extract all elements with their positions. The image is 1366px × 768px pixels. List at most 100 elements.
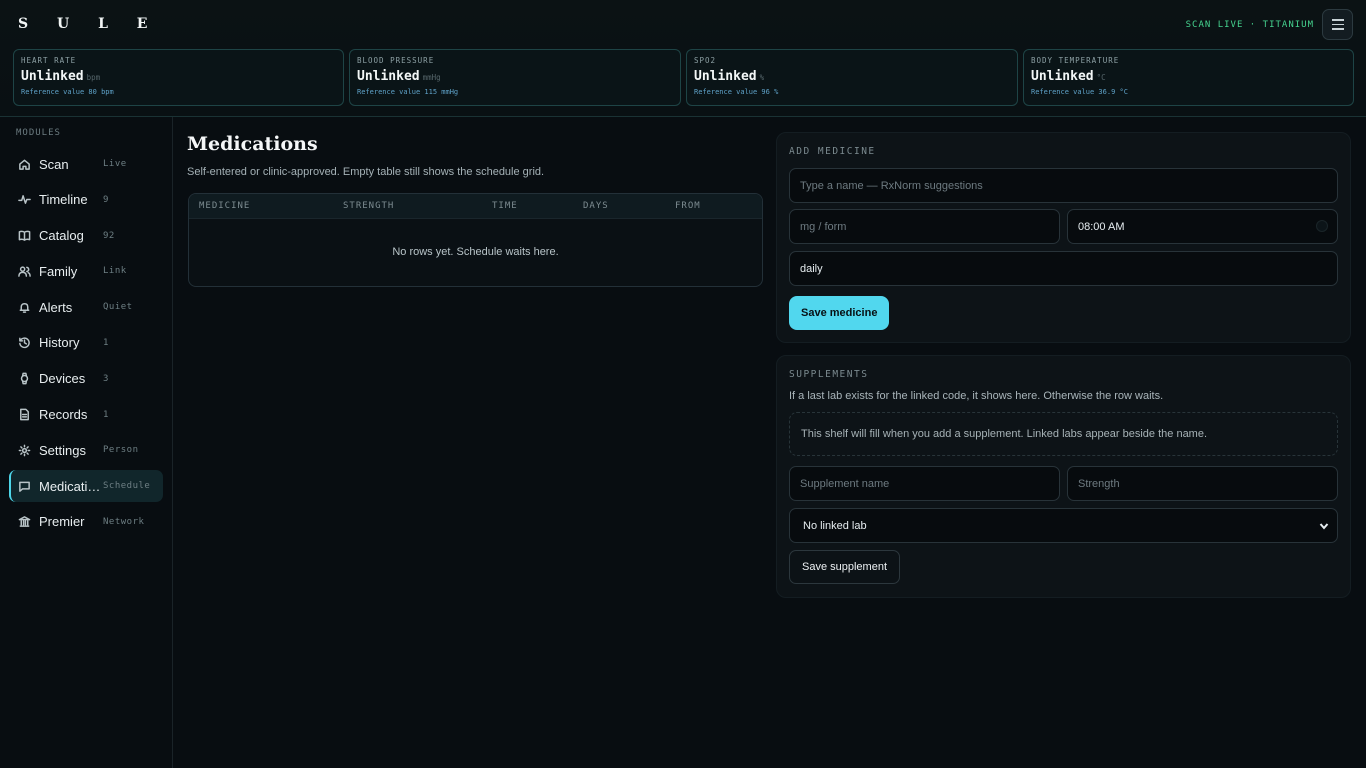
medicine-time-input[interactable] [1067, 209, 1338, 244]
vital-card-spo2[interactable]: SPO2 Unlinked% Reference value 96 % [686, 49, 1018, 106]
sidebar-item-history[interactable]: History 1 [9, 327, 163, 359]
menu-icon [1331, 19, 1344, 21]
bank-icon [18, 515, 31, 528]
supplements-description: If a last lab exists for the linked code… [789, 390, 1164, 402]
sidebar-item-badge: Live [103, 159, 127, 169]
table-empty-message: No rows yet. Schedule waits here. [392, 246, 559, 258]
sidebar-item-badge: Link [103, 266, 127, 277]
column-header-strength[interactable]: STRENGTH [343, 201, 394, 211]
sidebar-item-badge: 9 [103, 194, 109, 205]
vital-unit: °C [1096, 73, 1106, 82]
vital-value: Unlinked bpm [21, 69, 336, 84]
sidebar-item-label: Alerts [39, 299, 73, 315]
sidebar: MODULES Scan Live Timeline 9 Catalog 92 … [0, 117, 173, 768]
clock-icon[interactable] [1316, 220, 1328, 232]
page-title: Medications [187, 133, 318, 155]
scan-status: SCAN LIVE · TITANIUM [1185, 20, 1314, 30]
vital-value-text: Unlinked [357, 69, 420, 84]
column-header-medicine[interactable]: MEDICINE [199, 201, 250, 211]
sidebar-item-label: Premier [39, 514, 85, 530]
page-subtitle: Self-entered or clinic-approved. Empty t… [187, 166, 545, 178]
vital-label: BODY TEMPERATURE [1031, 56, 1120, 65]
vital-reference: Reference value 96 % [694, 88, 779, 96]
supplements-shelf: This shelf will fill when you add a supp… [789, 412, 1338, 456]
sidebar-item-settings[interactable]: Settings Person [9, 434, 163, 466]
sidebar-item-label: Devices [39, 371, 86, 387]
sidebar-item-devices[interactable]: Devices 3 [9, 363, 163, 395]
sidebar-item-label: Family [39, 263, 78, 279]
vital-unit: % [759, 73, 765, 82]
table-header: MEDICINE STRENGTH TIME DAYS FROM [189, 194, 762, 219]
users-icon [18, 265, 31, 278]
sidebar-item-badge: Schedule [103, 481, 151, 492]
sidebar-item-badge: 3 [103, 373, 109, 384]
medicine-form-input[interactable] [789, 209, 1060, 244]
vital-card-heart-rate[interactable]: HEART RATE Unlinked bpm Reference value 8… [13, 49, 344, 106]
menu-icon-line [1331, 28, 1344, 30]
panel-title: ADD MEDICINE [789, 146, 876, 157]
medicine-name-input[interactable] [789, 168, 1338, 203]
book-icon [18, 229, 31, 242]
vital-label: SPO2 [694, 56, 717, 65]
vital-card-blood-pressure[interactable]: BLOOD PRESSURE Unlinked mmHg Reference va… [349, 49, 681, 106]
sidebar-item-badge: Network [103, 516, 145, 527]
sidebar-item-label: Catalog [39, 228, 84, 244]
vitals-strip: HEART RATE Unlinked bpm Reference value 8… [13, 49, 1354, 106]
vital-reference: Reference value 115 mmHg [357, 88, 459, 96]
time-field-wrapper [1067, 209, 1338, 244]
sidebar-item-records[interactable]: Records 1 [9, 399, 163, 431]
linked-lab-select-value: No linked lab [803, 519, 867, 532]
menu-button[interactable] [1322, 9, 1353, 40]
watch-icon [18, 372, 31, 385]
sidebar-item-premier[interactable]: Premier Network [9, 506, 163, 538]
column-header-days[interactable]: DAYS [583, 201, 609, 211]
medicine-frequency-input[interactable] [789, 251, 1338, 286]
top-bar: S U L E SCAN LIVE · TITANIUM HEART RATE … [0, 0, 1366, 117]
home-icon [18, 158, 31, 171]
vital-value: Unlinked mmHg [357, 69, 673, 84]
vital-card-body-temperature[interactable]: BODY TEMPERATURE Unlinked °C Reference va… [1023, 49, 1354, 106]
sidebar-item-label: Scan [39, 156, 69, 172]
sidebar-nav: Scan Live Timeline 9 Catalog 92 Family L… [9, 148, 163, 542]
sidebar-item-label: Records [39, 407, 88, 423]
file-icon [18, 408, 31, 421]
column-header-from[interactable]: FROM [675, 201, 701, 211]
column-header-time[interactable]: TIME [492, 201, 518, 211]
vital-reference: Reference value 80 bpm [21, 88, 114, 96]
vital-reference: Reference value 36.9 °C [1031, 88, 1128, 96]
app-logo[interactable]: S U L E [18, 16, 159, 32]
add-medicine-panel: ADD MEDICINE Save medicine [776, 132, 1351, 343]
sidebar-item-label: Medications [39, 478, 103, 494]
sidebar-item-timeline[interactable]: Timeline 9 [9, 184, 163, 216]
vital-label: HEART RATE [21, 56, 77, 65]
sidebar-item-badge: 92 [103, 230, 115, 241]
sidebar-item-label: History [39, 335, 80, 351]
supplement-strength-input[interactable] [1067, 466, 1338, 501]
menu-icon-line [1331, 23, 1344, 26]
sidebar-item-badge: Person [103, 445, 139, 456]
sidebar-item-badge: 1 [103, 409, 109, 420]
sidebar-item-label: Timeline [39, 192, 88, 208]
sidebar-item-catalog[interactable]: Catalog 92 [9, 220, 163, 252]
bell-icon [18, 301, 31, 314]
sidebar-item-label: Settings [39, 442, 86, 458]
sidebar-item-medications[interactable]: Medications Schedule [9, 470, 163, 503]
vital-value-text: Unlinked [694, 69, 757, 84]
sidebar-item-alerts[interactable]: Alerts Quiet [9, 291, 163, 323]
sidebar-item-scan[interactable]: Scan Live [9, 148, 163, 180]
vital-value-text: Unlinked [1031, 69, 1094, 84]
vital-value: Unlinked% [694, 69, 1010, 84]
message-icon [18, 480, 31, 493]
save-medicine-button[interactable]: Save medicine [789, 296, 890, 330]
vital-value: Unlinked °C [1031, 69, 1346, 84]
linked-lab-select[interactable]: No linked lab [789, 508, 1338, 543]
supplements-panel: SUPPLEMENTS If a last lab exists for the… [776, 355, 1351, 598]
chevron-down-icon [1319, 521, 1329, 531]
vital-unit: bpm [86, 73, 101, 82]
supplement-name-input[interactable] [789, 466, 1060, 501]
gear-icon [18, 444, 31, 457]
save-supplement-button[interactable]: Save supplement [789, 550, 900, 584]
sidebar-item-badge: 1 [103, 337, 109, 348]
sidebar-item-family[interactable]: Family Link [9, 255, 163, 287]
sidebar-item-badge: Quiet [103, 302, 133, 313]
